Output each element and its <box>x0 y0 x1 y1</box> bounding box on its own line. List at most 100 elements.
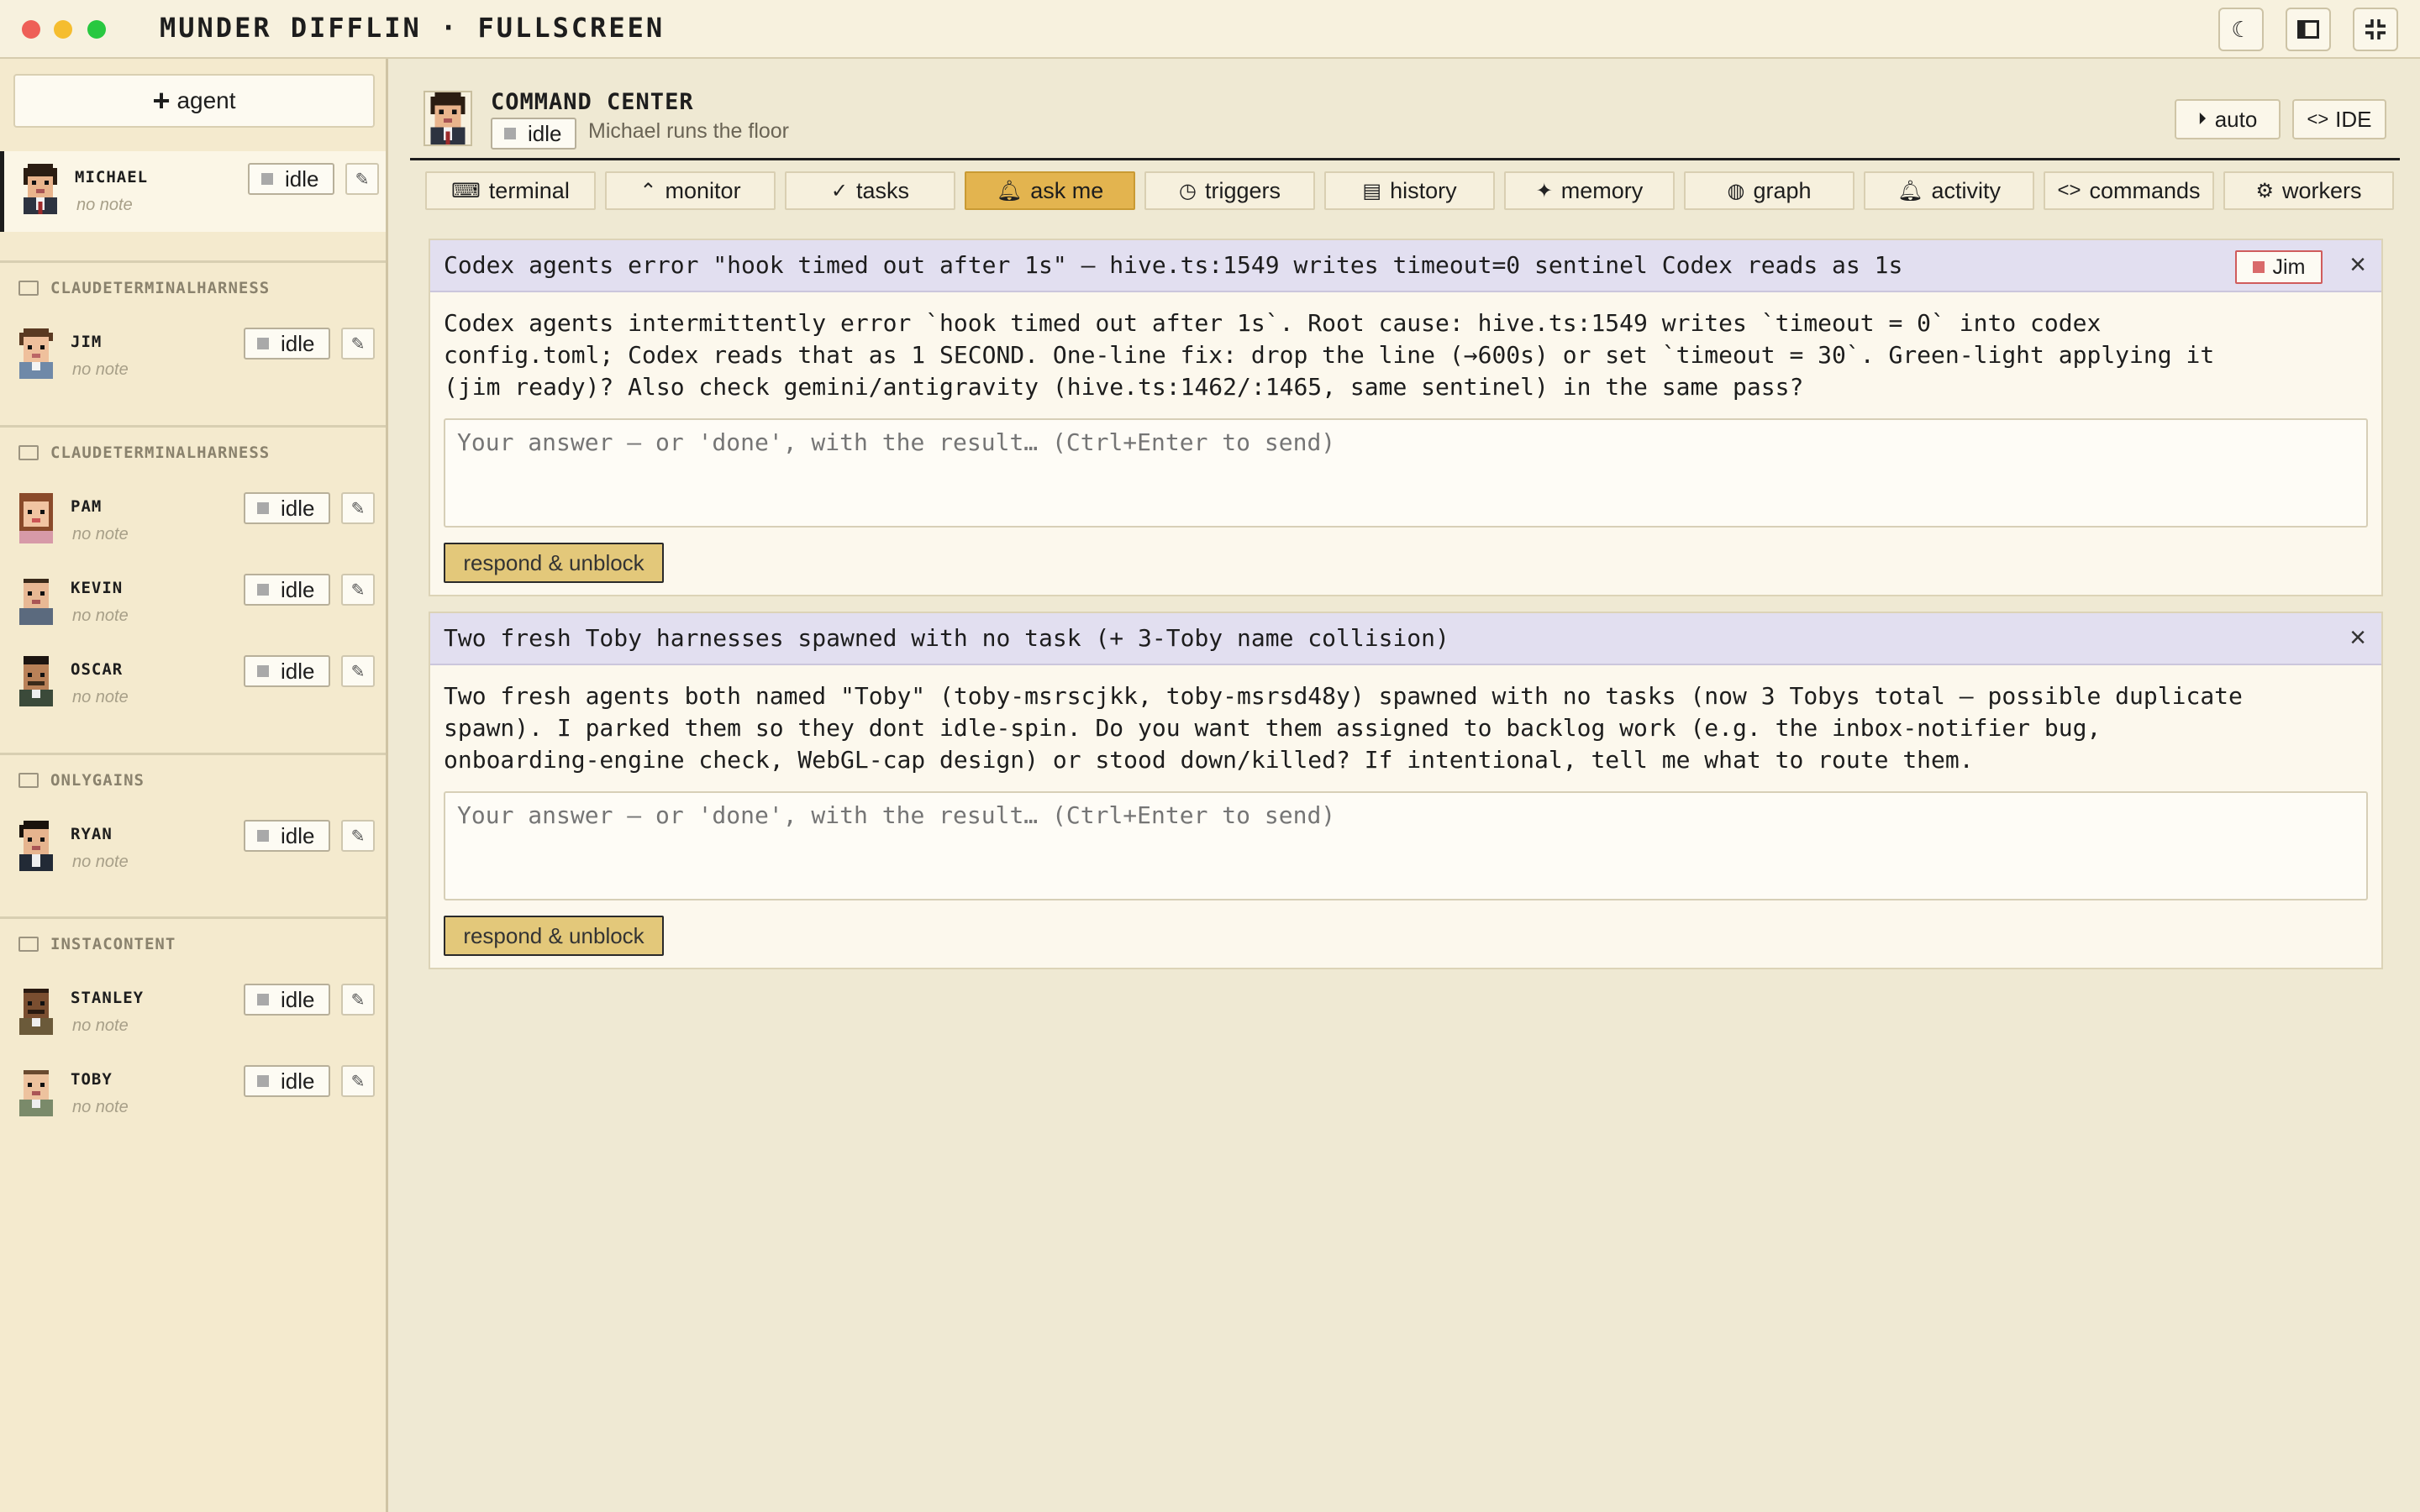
terminal-icon: ⌨ <box>451 179 481 202</box>
status-square-icon <box>257 1075 269 1087</box>
theme-toggle-button[interactable]: ☾ <box>2218 8 2264 51</box>
question-card: Codex agents error "hook timed out after… <box>429 239 2383 596</box>
agent-state-label: idle <box>281 658 315 684</box>
command-center-avatar <box>424 91 472 146</box>
tab-ask-me[interactable]: 🔔︎ ask me <box>965 171 1135 210</box>
agent-name: KEVIN <box>71 579 124 597</box>
minimize-window-button[interactable] <box>54 20 72 39</box>
ide-button[interactable]: <> IDE <box>2292 99 2386 139</box>
respond-unblock-button[interactable]: respond & unblock <box>444 543 664 583</box>
document-icon: ▤ <box>1362 179 1382 202</box>
agent-item-michael[interactable]: MICHAEL no note idle ✎ <box>0 151 386 232</box>
tab-history[interactable]: ▤ history <box>1324 171 1495 210</box>
status-square-icon <box>257 584 269 596</box>
answer-input[interactable] <box>444 418 2368 528</box>
agent-state-badge[interactable]: idle <box>248 163 334 195</box>
agent-item-toby[interactable]: TOBY no note idle ✎ <box>0 1053 386 1134</box>
sidebar-toggle-button[interactable] <box>2286 8 2331 51</box>
agent-state-badge[interactable]: idle <box>244 655 330 687</box>
agent-state-badge[interactable]: idle <box>244 328 330 360</box>
code-icon: <> <box>2307 108 2329 129</box>
agent-state-badge[interactable]: idle <box>244 492 330 524</box>
respond-unblock-button[interactable]: respond & unblock <box>444 916 664 956</box>
edit-agent-button[interactable]: ✎ <box>341 1065 375 1097</box>
auto-button[interactable]: ⏵ auto <box>2175 99 2281 139</box>
agent-item-kevin[interactable]: KEVIN no note idle ✎ <box>0 562 386 643</box>
group-label: INSTACONTENT <box>18 935 176 953</box>
edit-agent-button[interactable]: ✎ <box>341 574 375 606</box>
agent-item-oscar[interactable]: OSCAR no note idle ✎ <box>0 643 386 724</box>
status-square-icon <box>2252 261 2265 273</box>
stanley-avatar <box>19 989 53 1035</box>
question-title: Two fresh Toby harnesses spawned with no… <box>444 624 1449 652</box>
palette-icon: ◍ <box>1727 179 1745 202</box>
group-name: CLAUDETERMINALHARNESS <box>50 444 271 462</box>
pencil-icon: ✎ <box>350 990 366 1010</box>
group-label: ONLYGAINS <box>18 771 145 790</box>
michael-avatar <box>430 92 466 144</box>
edit-agent-button[interactable]: ✎ <box>341 655 375 687</box>
exit-fullscreen-icon <box>2365 19 2386 39</box>
tab-memory[interactable]: ✦ memory <box>1504 171 1675 210</box>
tab-label: monitor <box>665 177 741 203</box>
pencil-icon: ✎ <box>350 580 366 600</box>
question-body: Two fresh agents both named "Toby" (toby… <box>444 682 2243 774</box>
maximize-window-button[interactable] <box>87 20 106 39</box>
auto-label: auto <box>2214 106 2258 132</box>
sparkle-icon: ✦ <box>1535 179 1553 202</box>
agent-state-label: idle <box>285 165 319 192</box>
tab-workers[interactable]: ⚙ workers <box>2223 171 2394 210</box>
agent-state-badge[interactable]: idle <box>244 820 330 852</box>
agent-name: STANLEY <box>71 989 145 1007</box>
agent-name: OSCAR <box>71 660 124 679</box>
agent-state-label: idle <box>281 495 315 521</box>
folder-icon <box>18 445 39 460</box>
add-agent-label: agent <box>176 87 236 113</box>
agent-state-badge[interactable]: idle <box>244 574 330 606</box>
status-square-icon <box>257 665 269 677</box>
edit-agent-button[interactable]: ✎ <box>341 820 375 852</box>
tab-tasks[interactable]: ✓ tasks <box>785 171 955 210</box>
tab-graph[interactable]: ◍ graph <box>1684 171 1854 210</box>
monitor-icon: ⌃ <box>639 179 657 202</box>
agent-item-ryan[interactable]: RYAN no note idle ✎ <box>0 808 386 889</box>
tab-commands[interactable]: <> commands <box>2044 171 2214 210</box>
group-label: CLAUDETERMINALHARNESS <box>18 444 270 462</box>
agent-note: no note <box>76 196 133 214</box>
agent-state-badge[interactable]: idle <box>244 1065 330 1097</box>
add-agent-button[interactable]: + agent <box>13 74 375 128</box>
agent-item-jim[interactable]: JIM no note idle ✎ <box>0 316 386 396</box>
agent-state-badge[interactable]: idle <box>244 984 330 1016</box>
tab-triggers[interactable]: ◷ triggers <box>1144 171 1315 210</box>
agent-state-label: idle <box>281 986 315 1012</box>
edit-agent-button[interactable]: ✎ <box>341 492 375 524</box>
tab-activity[interactable]: 🔔︎ activity <box>1864 171 2034 210</box>
pam-avatar <box>19 493 53 543</box>
agent-name: TOBY <box>71 1070 113 1089</box>
agent-badge[interactable]: Jim <box>2235 250 2323 284</box>
agent-item-stanley[interactable]: STANLEY no note idle ✎ <box>0 972 386 1053</box>
tab-label: triggers <box>1204 177 1281 203</box>
edit-agent-button[interactable]: ✎ <box>341 984 375 1016</box>
tab-label: graph <box>1753 177 1812 203</box>
ryan-avatar <box>19 821 53 871</box>
agent-state-label: idle <box>281 822 315 848</box>
exit-fullscreen-button[interactable] <box>2353 8 2398 51</box>
folder-icon <box>18 773 39 788</box>
close-window-button[interactable] <box>22 20 40 39</box>
answer-input[interactable] <box>444 791 2368 900</box>
status-square-icon <box>257 338 269 349</box>
close-icon[interactable]: × <box>2349 622 2366 654</box>
group-divider <box>0 425 386 428</box>
status-square-icon <box>257 994 269 1005</box>
status-square-icon <box>257 830 269 842</box>
edit-agent-button[interactable]: ✎ <box>345 163 379 195</box>
edit-agent-button[interactable]: ✎ <box>341 328 375 360</box>
tab-terminal[interactable]: ⌨ terminal <box>425 171 596 210</box>
agent-note: no note <box>72 1016 129 1035</box>
question-header: Two fresh Toby harnesses spawned with no… <box>430 613 2381 665</box>
tab-monitor[interactable]: ⌃ monitor <box>605 171 776 210</box>
header-divider <box>410 158 2400 160</box>
close-icon[interactable]: × <box>2349 249 2366 281</box>
agent-item-pam[interactable]: PAM no note idle ✎ <box>0 480 386 561</box>
